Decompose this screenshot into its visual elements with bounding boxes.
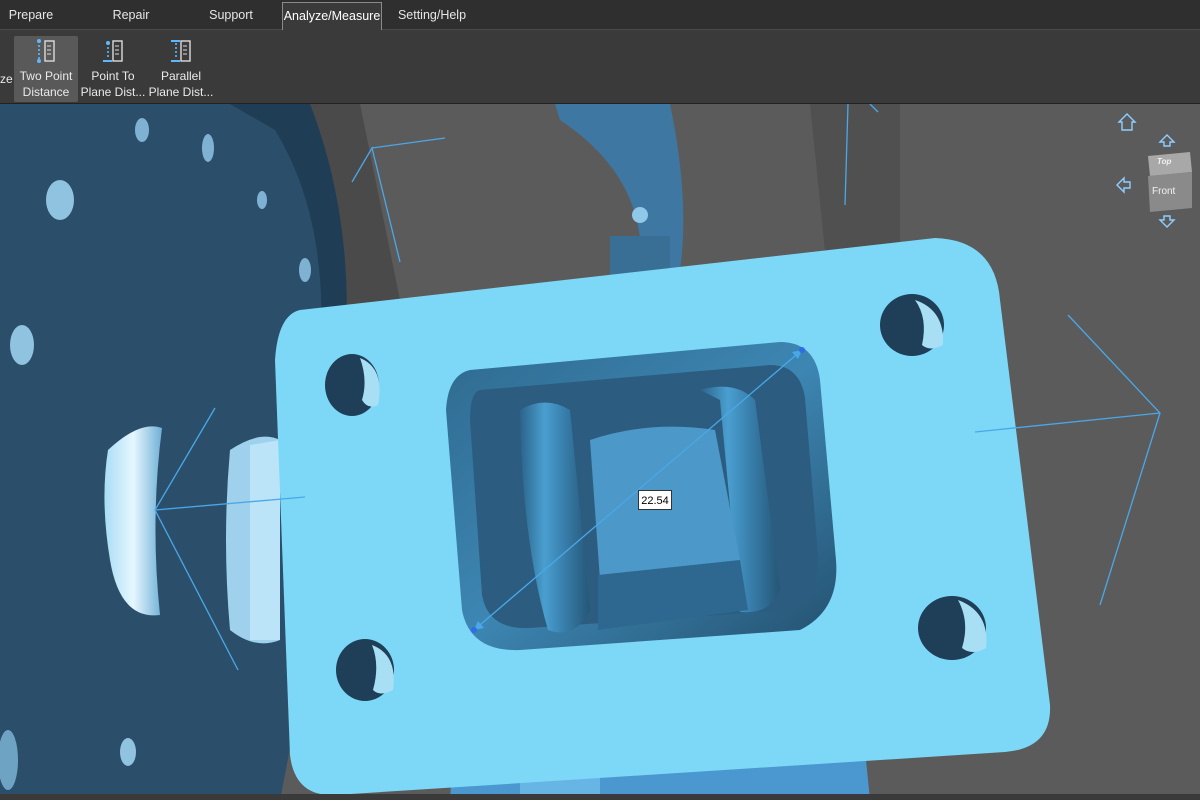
scene-render [0,104,1200,800]
status-bar [0,794,1200,800]
tab-bar: Prepare Repair Support Analyze/Measure S… [0,0,1200,30]
parallel-plane-distance-button[interactable]: Parallel Plane Dist... [148,36,214,102]
disc-hole [135,118,149,142]
tab-support[interactable]: Support [200,2,262,30]
disc-boss-highlight [250,440,280,640]
disc-hole [10,325,34,365]
tab-prepare[interactable]: Prepare [0,2,62,30]
two-point-distance-icon [37,39,55,63]
disc-hole [202,134,214,162]
measurement-point-a[interactable] [471,627,477,633]
rotate-down-arrow-icon[interactable] [1158,215,1176,228]
disc-hole [257,191,267,209]
home-view-icon[interactable] [1117,113,1137,131]
disc-hole [46,180,74,220]
ribbon-toolbar: ze Two Point Distance Point To Plane Dis… [0,30,1200,104]
two-point-distance-button[interactable]: Two Point Distance [14,36,78,102]
point-to-plane-distance-button[interactable]: Point To Plane Dist... [80,36,146,102]
point-to-plane-distance-label-line2: Plane Dist... [80,85,146,99]
rotate-up-arrow-icon[interactable] [1158,134,1176,147]
view-cube[interactable] [1110,108,1195,233]
rotate-left-arrow-icon[interactable] [1116,176,1131,194]
view-cube-front-label: Front [1152,186,1176,197]
point-to-plane-distance-label: Point To [91,69,135,83]
two-point-distance-label-line2: Distance [22,85,70,99]
upper-arm-hole [632,207,648,223]
disc-hole [120,738,136,766]
measurement-value-label: 22.54 [638,490,672,510]
3d-viewport[interactable] [0,104,1200,800]
tab-analyze-measure[interactable]: Analyze/Measure [282,2,382,30]
measurement-point-b[interactable] [799,347,805,353]
view-cube-top-label: Top [1157,157,1172,166]
parallel-plane-distance-label-line2: Plane Dist... [148,85,214,99]
point-to-plane-distance-icon [103,40,123,62]
two-point-distance-label: Two Point [19,69,73,83]
parallel-plane-distance-icon [171,40,191,62]
parallel-plane-distance-label: Parallel [160,69,202,83]
tab-repair[interactable]: Repair [100,2,162,30]
tab-setting-help[interactable]: Setting/Help [390,2,474,30]
disc-hole [299,258,311,282]
truncated-tool-label: ze [0,72,13,86]
